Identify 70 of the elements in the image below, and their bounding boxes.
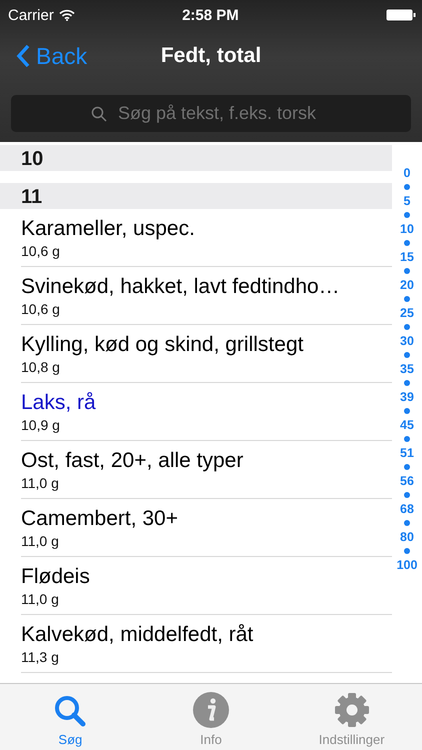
section-header: 10 (0, 145, 392, 171)
index-dot (404, 464, 410, 470)
food-name: Kylling, kød og skind, grillstegt (21, 332, 304, 356)
index-label[interactable]: 30 (400, 334, 414, 348)
carrier-name: Carrier (8, 6, 54, 24)
status-time: 2:58 PM (181, 6, 240, 24)
index-label[interactable]: 15 (400, 250, 414, 264)
index-label[interactable]: 25 (400, 306, 414, 320)
list-item[interactable]: Ost, fast, 20+, alle typer 11,0 g (21, 441, 392, 499)
index-label[interactable]: 0 (404, 166, 410, 180)
info-tab[interactable]: Info (140, 684, 282, 750)
fat-amount: 10,8 g (21, 358, 61, 374)
index-label[interactable]: 56 (400, 474, 414, 488)
chevron-icon (16, 44, 30, 68)
fat-amount: 11,0 g (21, 590, 60, 606)
wifi-icon (58, 9, 75, 21)
settings-tab[interactable]: Indstillinger (281, 684, 422, 750)
index-dot (404, 212, 410, 218)
index-label[interactable]: 68 (400, 502, 414, 516)
list-item[interactable]: Karameller, uspec. 10,6 g (21, 209, 392, 267)
index-dot (404, 380, 410, 386)
fat-amount: 10,9 g (21, 416, 61, 432)
food-name: Svinekød, hakket, lavt fedtindho… (21, 274, 341, 298)
index-dot (404, 296, 410, 302)
food-name: Flødeis (21, 564, 91, 588)
fat-amount: 11,0 g (21, 474, 60, 490)
index-label[interactable]: 20 (400, 278, 414, 292)
index-dot (404, 240, 410, 246)
index-dot (404, 492, 410, 498)
list-item[interactable]: Kylling, kød og skind, grillstegt 10,8 g (21, 325, 392, 383)
index-label[interactable]: 51 (400, 446, 414, 460)
list-item[interactable]: Kalvekød, middelfedt, råt 11,3 g (21, 615, 392, 673)
index-dot (404, 268, 410, 274)
search-icon (53, 694, 88, 728)
index-dot (404, 184, 410, 190)
food-name: Ost, fast, 20+, alle typer (21, 448, 244, 472)
battery-icon (386, 9, 416, 21)
search-field[interactable]: Søg på tekst, f.eks. torsk (11, 95, 411, 132)
index-label[interactable]: 10 (400, 222, 414, 236)
search-icon (91, 106, 107, 122)
index-dot (404, 352, 410, 358)
index-label[interactable]: 5 (404, 194, 410, 208)
index-dot (404, 520, 410, 526)
index-label[interactable]: 35 (400, 362, 414, 376)
food-name: Karameller, uspec. (21, 216, 196, 240)
index-dot (404, 408, 410, 414)
index-label[interactable]: 45 (400, 418, 414, 432)
back-button[interactable]: Back (0, 42, 88, 70)
index-label[interactable]: 39 (400, 390, 414, 404)
fat-amount: 10,6 g (21, 300, 61, 316)
fat-amount: 10,6 g (21, 242, 61, 258)
info-icon (193, 692, 229, 728)
index-dot (404, 436, 410, 442)
list-item[interactable]: Camembert, 30+ 11,0 g (21, 499, 392, 557)
section-header: 11 (0, 183, 392, 209)
fat-amount: 11,0 g (21, 532, 60, 548)
list-item[interactable]: Flødeis 11,0 g (21, 557, 392, 615)
search-tab[interactable]: Søg (0, 684, 141, 750)
settings-icon (334, 692, 370, 728)
food-name: Camembert, 30+ (21, 506, 179, 530)
index-dot (404, 548, 410, 554)
food-name: Kalvekød, middelfedt, råt (21, 622, 254, 646)
food-name: Laks, rå (21, 390, 97, 414)
screen-title: Fedt, total (160, 44, 262, 68)
list-item[interactable]: Svinekød, hakket, lavt fedtindho… 10,6 g (21, 267, 392, 325)
fat-amount: 11,3 g (21, 648, 60, 664)
list-item[interactable]: Laks, rå 10,9 g (21, 383, 392, 441)
index-label[interactable]: 80 (400, 530, 414, 544)
index-label[interactable]: 100 (396, 558, 418, 572)
index-dot (404, 324, 410, 330)
